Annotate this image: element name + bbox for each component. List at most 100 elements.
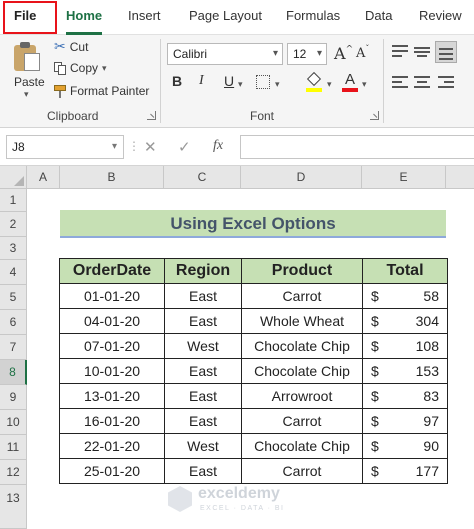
row-header-6[interactable]: 6 <box>0 310 27 335</box>
font-launcher-icon[interactable] <box>370 111 379 120</box>
font-name-select[interactable]: Calibri ▾ <box>167 43 283 65</box>
copy-button[interactable]: Copy ▾ <box>54 61 107 75</box>
cut-button[interactable]: ✂ Cut <box>54 38 88 55</box>
fill-color-dropdown-icon[interactable]: ▾ <box>327 79 332 90</box>
insert-function-icon[interactable]: fx <box>213 138 223 154</box>
underline-dropdown-icon[interactable]: ▾ <box>238 79 243 90</box>
row-header-1[interactable]: 1 <box>0 189 27 212</box>
cell-total[interactable]: $97 <box>362 408 448 434</box>
cell-product[interactable]: Chocolate Chip <box>241 358 363 384</box>
bold-button[interactable]: B <box>172 73 182 89</box>
paste-button[interactable]: Paste ▾ <box>10 39 50 99</box>
cell-region[interactable]: East <box>164 408 242 434</box>
cell-region[interactable]: East <box>164 308 242 334</box>
font-color-icon[interactable]: A <box>342 71 358 93</box>
underline-button[interactable]: U <box>224 73 234 89</box>
paste-icon <box>10 39 50 75</box>
column-header-e[interactable]: E <box>362 166 446 189</box>
cell-orderdate[interactable]: 25-01-20 <box>59 458 165 484</box>
cell-total[interactable]: $177 <box>362 458 448 484</box>
font-size-select[interactable]: 12 ▾ <box>287 43 327 65</box>
cell-orderdate[interactable]: 07-01-20 <box>59 333 165 359</box>
cell-region[interactable]: East <box>164 458 242 484</box>
cell-product[interactable]: Chocolate Chip <box>241 333 363 359</box>
italic-button[interactable]: I <box>199 73 204 89</box>
column-header-region[interactable]: Region <box>164 258 242 284</box>
cell-total[interactable]: $83 <box>362 383 448 409</box>
cell-orderdate[interactable]: 10-01-20 <box>59 358 165 384</box>
cell-region[interactable]: East <box>164 383 242 409</box>
cell-product[interactable]: Carrot <box>241 283 363 309</box>
cell-total[interactable]: $153 <box>362 358 448 384</box>
row-header-2[interactable]: 2 <box>0 212 27 237</box>
cell-total[interactable]: $108 <box>362 333 448 359</box>
align-right-icon[interactable] <box>438 76 454 90</box>
column-header-b[interactable]: B <box>60 166 164 189</box>
cell-region[interactable]: East <box>164 283 242 309</box>
cell-total[interactable]: $58 <box>362 283 448 309</box>
worksheet-grid[interactable]: A B C D E 1 2 3 4 5 6 7 8 9 10 11 12 13 … <box>0 166 474 529</box>
formula-input[interactable] <box>240 135 474 159</box>
cell-total[interactable]: $90 <box>362 433 448 459</box>
fill-color-icon[interactable] <box>306 71 322 93</box>
row-header-10[interactable]: 10 <box>0 410 27 435</box>
row-header-7[interactable]: 7 <box>0 335 27 360</box>
row-header-11[interactable]: 11 <box>0 435 27 460</box>
column-header-d[interactable]: D <box>241 166 362 189</box>
cell-orderdate[interactable]: 04-01-20 <box>59 308 165 334</box>
tab-page-layout[interactable]: Page Layout <box>189 8 262 23</box>
cell-orderdate[interactable]: 16-01-20 <box>59 408 165 434</box>
column-header-a[interactable]: A <box>27 166 60 189</box>
name-box[interactable]: J8 ▾ <box>6 135 124 159</box>
align-top-icon[interactable] <box>392 45 408 59</box>
cell-orderdate[interactable]: 01-01-20 <box>59 283 165 309</box>
align-center-icon[interactable] <box>414 76 430 90</box>
select-all-corner[interactable] <box>0 166 27 189</box>
cell-orderdate[interactable]: 22-01-20 <box>59 433 165 459</box>
cell-region[interactable]: East <box>164 358 242 384</box>
row-header-8[interactable]: 8 <box>0 360 27 385</box>
tab-formulas[interactable]: Formulas <box>286 8 340 23</box>
format-painter-button[interactable]: Format Painter <box>54 84 149 98</box>
tab-insert[interactable]: Insert <box>128 8 161 23</box>
align-bottom-icon[interactable] <box>435 41 457 63</box>
tab-home[interactable]: Home <box>66 8 102 23</box>
cell-region[interactable]: West <box>164 333 242 359</box>
cell-product[interactable]: Arrowroot <box>241 383 363 409</box>
column-header-c[interactable]: C <box>164 166 241 189</box>
row-header-12[interactable]: 12 <box>0 460 27 485</box>
currency-symbol: $ <box>371 338 379 354</box>
total-value: 97 <box>423 413 439 429</box>
borders-dropdown-icon[interactable]: ▾ <box>275 79 280 90</box>
column-header-f[interactable] <box>446 166 474 189</box>
align-middle-icon[interactable] <box>414 45 430 59</box>
font-color-dropdown-icon[interactable]: ▾ <box>362 79 367 90</box>
table-row: 16-01-20 East Carrot $97 <box>59 408 448 434</box>
increase-font-size-button[interactable]: A^ <box>334 44 353 63</box>
column-header-orderdate[interactable]: OrderDate <box>59 258 165 284</box>
cell-product[interactable]: Carrot <box>241 408 363 434</box>
cell-orderdate[interactable]: 13-01-20 <box>59 383 165 409</box>
column-header-total[interactable]: Total <box>362 258 448 284</box>
row-header-9[interactable]: 9 <box>0 385 27 410</box>
cell-product[interactable]: Carrot <box>241 458 363 484</box>
decrease-font-size-button[interactable]: Aˇ <box>356 44 369 61</box>
cell-total[interactable]: $304 <box>362 308 448 334</box>
column-header-product[interactable]: Product <box>241 258 363 284</box>
enter-icon[interactable]: ✓ <box>178 138 191 156</box>
borders-icon[interactable] <box>256 75 270 89</box>
row-header-4[interactable]: 4 <box>0 260 27 285</box>
cell-product[interactable]: Whole Wheat <box>241 308 363 334</box>
tab-review[interactable]: Review <box>419 8 462 23</box>
row-header-5[interactable]: 5 <box>0 285 27 310</box>
clipboard-launcher-icon[interactable] <box>147 111 156 120</box>
cell-region[interactable]: West <box>164 433 242 459</box>
sheet-title[interactable]: Using Excel Options <box>60 210 446 238</box>
align-left-icon[interactable] <box>392 76 408 90</box>
row-header-13[interactable]: 13 <box>0 485 27 529</box>
row-header-3[interactable]: 3 <box>0 237 27 260</box>
cell-product[interactable]: Chocolate Chip <box>241 433 363 459</box>
tab-data[interactable]: Data <box>365 8 392 23</box>
cancel-icon[interactable]: ✕ <box>144 138 157 156</box>
font-group-label: Font <box>250 109 275 123</box>
